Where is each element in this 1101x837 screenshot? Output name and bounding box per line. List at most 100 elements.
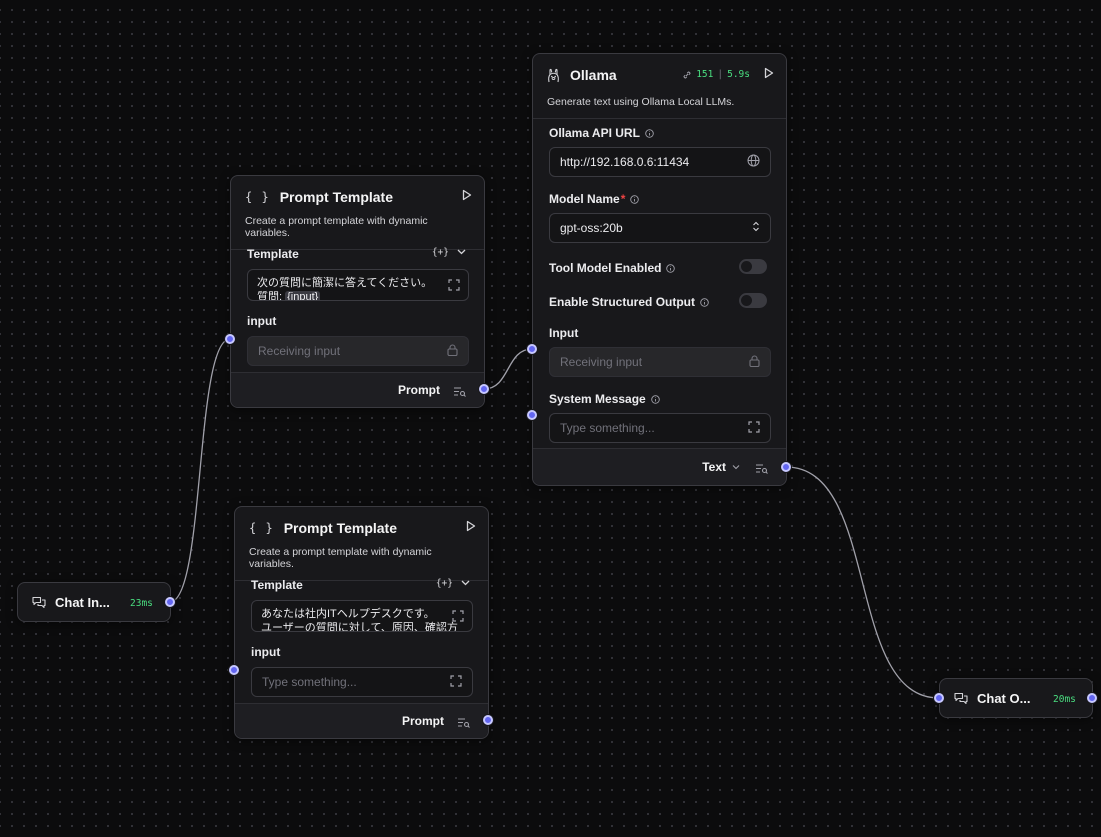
template-actions[interactable]: {+} bbox=[432, 247, 466, 258]
tool-model-label: Tool Model Enabled bbox=[549, 261, 676, 275]
expand-icon[interactable] bbox=[450, 674, 462, 690]
output-label: Prompt bbox=[402, 714, 444, 728]
divider bbox=[533, 118, 786, 119]
input-placeholder: Receiving input bbox=[560, 355, 643, 369]
structured-output-toggle[interactable] bbox=[739, 293, 767, 308]
chat-icon bbox=[32, 596, 46, 609]
edge-ollama-to-chat-output bbox=[785, 466, 940, 699]
prompt1-input-handle[interactable] bbox=[225, 334, 235, 344]
template-line-1: あなたは社内ITヘルプデスクです。 bbox=[261, 608, 435, 620]
link-icon bbox=[682, 70, 692, 80]
chevron-down-icon[interactable] bbox=[461, 578, 470, 589]
latency: 5.9s bbox=[727, 69, 750, 80]
globe-icon[interactable] bbox=[747, 154, 760, 170]
node-header: { } Prompt Template Create a prompt temp… bbox=[235, 507, 488, 580]
input-placeholder: Receiving input bbox=[258, 344, 341, 358]
output-list-icon[interactable] bbox=[755, 461, 768, 479]
prompt1-output-handle[interactable] bbox=[479, 384, 489, 394]
output-label: Prompt bbox=[398, 383, 440, 397]
model-name-label: Model Name * bbox=[549, 192, 640, 206]
chat-input-node[interactable]: Chat In... 23ms bbox=[17, 582, 171, 622]
run-time: 20ms bbox=[1053, 694, 1076, 705]
system-message-input[interactable]: Type something... bbox=[549, 413, 771, 443]
chat-output-output-handle[interactable] bbox=[1087, 693, 1097, 703]
input-field[interactable]: Type something... bbox=[251, 667, 473, 697]
token-count: 151 bbox=[696, 69, 714, 80]
required-marker: * bbox=[620, 192, 626, 206]
add-variable-icon[interactable]: {+} bbox=[436, 578, 453, 589]
system-message-placeholder: Type something... bbox=[560, 421, 655, 435]
edge-prompt1-to-ollama bbox=[483, 348, 533, 390]
structured-output-label: Enable Structured Output bbox=[549, 295, 709, 309]
chevron-down-icon[interactable] bbox=[732, 464, 740, 470]
input-field[interactable]: Receiving input bbox=[247, 336, 469, 366]
chat-input-output-handle[interactable] bbox=[165, 597, 175, 607]
chat-output-input-handle[interactable] bbox=[934, 693, 944, 703]
chat-icon bbox=[954, 692, 968, 705]
ollama-output-handle[interactable] bbox=[781, 462, 791, 472]
braces-icon: { } bbox=[245, 190, 270, 204]
tool-model-toggle[interactable] bbox=[739, 259, 767, 274]
model-name-select[interactable]: gpt-oss:20b bbox=[549, 213, 771, 243]
output-list-icon[interactable] bbox=[457, 715, 470, 733]
template-actions[interactable]: {+} bbox=[436, 578, 470, 589]
braces-icon: { } bbox=[249, 521, 274, 535]
run-stats: 151 | 5.9s bbox=[682, 69, 750, 80]
node-header: { } Prompt Template Create a prompt temp… bbox=[231, 176, 484, 249]
template-textarea[interactable]: 次の質問に簡潔に答えてください。 質問: {input} bbox=[247, 269, 469, 301]
node-description: Create a prompt template with dynamic va… bbox=[245, 215, 428, 239]
template-textarea[interactable]: あなたは社内ITヘルプデスクです。 ユーザーの質問に対して、原因、確認方 bbox=[251, 600, 473, 632]
edge-chat-input-to-prompt1 bbox=[169, 338, 231, 603]
output-selector[interactable]: Text bbox=[702, 460, 740, 474]
input-label: input bbox=[247, 314, 277, 328]
node-footer: Text bbox=[533, 448, 786, 485]
node-description: Generate text using Ollama Local LLMs. bbox=[547, 96, 735, 108]
chevron-down-icon[interactable] bbox=[457, 247, 466, 258]
info-icon[interactable] bbox=[630, 194, 640, 204]
info-icon[interactable] bbox=[666, 263, 676, 273]
prompt2-input-handle[interactable] bbox=[229, 665, 239, 675]
api-url-input[interactable]: http://192.168.0.6:11434 bbox=[549, 147, 771, 177]
ollama-icon bbox=[547, 68, 560, 83]
add-variable-icon[interactable]: {+} bbox=[432, 247, 449, 258]
api-url-value: http://192.168.0.6:11434 bbox=[560, 155, 690, 169]
run-time: 23ms bbox=[130, 598, 153, 609]
info-icon[interactable] bbox=[700, 297, 709, 307]
prompt2-output-handle[interactable] bbox=[483, 715, 493, 725]
template-variable: {input} bbox=[285, 291, 321, 301]
template-label: Template bbox=[247, 247, 299, 261]
node-footer: Prompt bbox=[231, 372, 484, 407]
template-line-2: 質問: bbox=[257, 291, 286, 301]
info-icon[interactable] bbox=[645, 128, 654, 138]
lock-icon bbox=[447, 343, 458, 359]
api-url-label: Ollama API URL bbox=[549, 126, 654, 140]
node-title: Chat O... bbox=[977, 691, 1031, 706]
chat-output-node[interactable]: Chat O... 20ms bbox=[939, 678, 1093, 718]
prompt-template-node-1[interactable]: { } Prompt Template Create a prompt temp… bbox=[230, 175, 485, 408]
output-list-icon[interactable] bbox=[453, 384, 466, 402]
info-icon[interactable] bbox=[650, 394, 660, 404]
node-footer: Prompt bbox=[235, 703, 488, 738]
expand-icon[interactable] bbox=[748, 420, 760, 436]
ollama-node[interactable]: Ollama 151 | 5.9s Generate text using Ol… bbox=[532, 53, 787, 486]
expand-icon[interactable] bbox=[448, 279, 460, 295]
template-line-2: ユーザーの質問に対して、原因、確認方 bbox=[261, 622, 458, 632]
node-description: Create a prompt template with dynamic va… bbox=[249, 546, 432, 570]
node-header: Ollama 151 | 5.9s Generate text using Ol… bbox=[533, 54, 786, 118]
node-title: Chat In... bbox=[55, 595, 110, 610]
input-label: input bbox=[251, 645, 281, 659]
ollama-system-message-handle[interactable] bbox=[527, 410, 537, 420]
node-title: Prompt Template bbox=[279, 189, 393, 205]
model-name-value: gpt-oss:20b bbox=[560, 221, 623, 235]
input-placeholder: Type something... bbox=[262, 675, 357, 689]
template-label: Template bbox=[251, 578, 303, 592]
expand-icon[interactable] bbox=[452, 610, 464, 626]
prompt-template-node-2[interactable]: { } Prompt Template Create a prompt temp… bbox=[234, 506, 489, 739]
ollama-input-handle[interactable] bbox=[527, 344, 537, 354]
node-title: Prompt Template bbox=[283, 520, 397, 536]
selector-icon[interactable] bbox=[752, 221, 760, 235]
system-message-label: System Message bbox=[549, 392, 660, 406]
lock-icon bbox=[749, 354, 760, 370]
input-field[interactable]: Receiving input bbox=[549, 347, 771, 377]
template-line-1: 次の質問に簡潔に答えてください。 bbox=[257, 277, 433, 289]
